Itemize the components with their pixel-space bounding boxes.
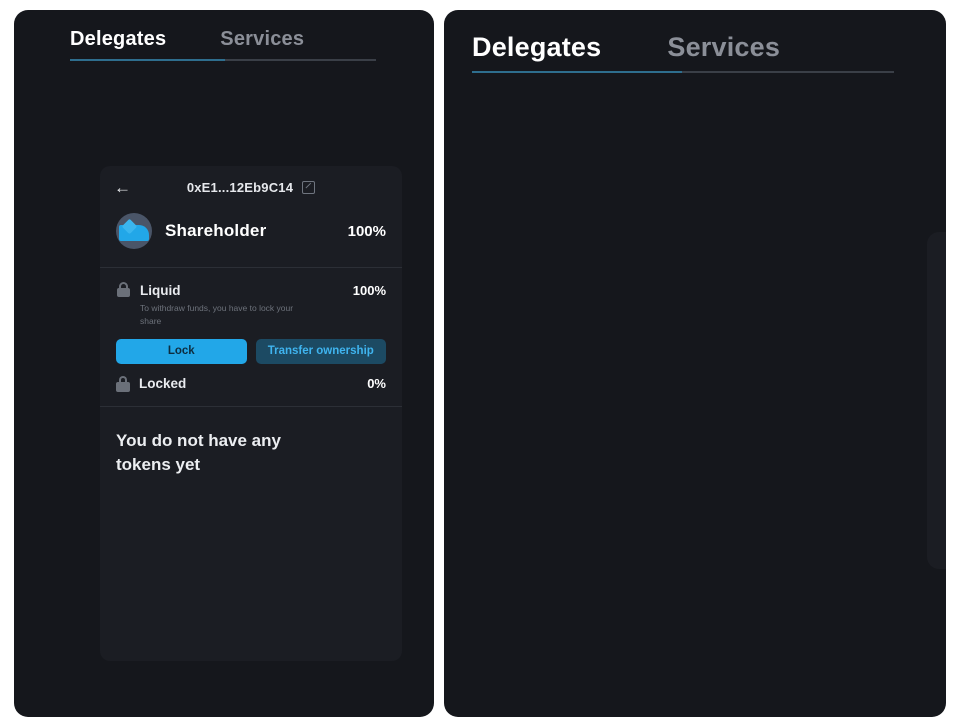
shareholder-percent: 100% (347, 222, 386, 240)
liquid-label: Liquid (140, 282, 181, 298)
tab-underline-active (70, 59, 225, 61)
shareholder-name: Shareholder (165, 221, 267, 240)
avatar (116, 213, 152, 249)
right-panel: Delegates Services ← Transfer ownership … (444, 10, 946, 717)
left-panel-tabs: Delegates Services (70, 28, 406, 61)
unlock-icon (116, 282, 131, 298)
address-wrapper: 0xE1...12Eb9C14 (134, 180, 368, 195)
locked-percent: 0% (367, 376, 386, 391)
tab-services[interactable]: Services (667, 32, 780, 73)
back-button[interactable]: ← (114, 179, 134, 196)
transfer-ownership-modal: ← Transfer ownership Recipient 0x8d79a3C… (927, 232, 946, 569)
wallet-address: 0xE1...12Eb9C14 (186, 180, 294, 195)
lock-button[interactable]: Lock (116, 338, 247, 364)
lock-icon (116, 375, 130, 392)
locked-row: Locked 0% (100, 375, 402, 406)
external-link-icon[interactable] (302, 181, 316, 194)
card-header: ← 0xE1...12Eb9C14 (100, 166, 402, 207)
right-panel-tabs: Delegates Services (472, 32, 916, 73)
transfer-ownership-button[interactable]: Transfer ownership (255, 338, 386, 364)
liquid-percent: 100% (352, 282, 386, 298)
tab-services[interactable]: Services (220, 28, 304, 61)
liquid-actions: Lock Transfer ownership (116, 338, 386, 364)
delegate-detail-card: ← 0xE1...12Eb9C14 Shareholder 100% Liqui… (100, 166, 402, 661)
shareholder-row: Shareholder 100% (100, 207, 402, 267)
locked-label: Locked (139, 376, 187, 391)
liquid-header: Liquid 100% (116, 282, 386, 298)
app-root: Delegates Services ← 0xE1...12Eb9C14 Sha… (0, 0, 960, 727)
tab-underline-active (472, 71, 682, 73)
left-panel: Delegates Services ← 0xE1...12Eb9C14 Sha… (14, 10, 434, 717)
tab-delegates[interactable]: Delegates (472, 32, 601, 73)
liquid-section: Liquid 100% To withdraw funds, you have … (100, 268, 402, 376)
tab-delegates[interactable]: Delegates (70, 28, 166, 61)
empty-state-message: You do not have any tokens yet (116, 430, 281, 475)
liquid-hint-text: To withdraw funds, you have to lock your… (140, 303, 294, 326)
